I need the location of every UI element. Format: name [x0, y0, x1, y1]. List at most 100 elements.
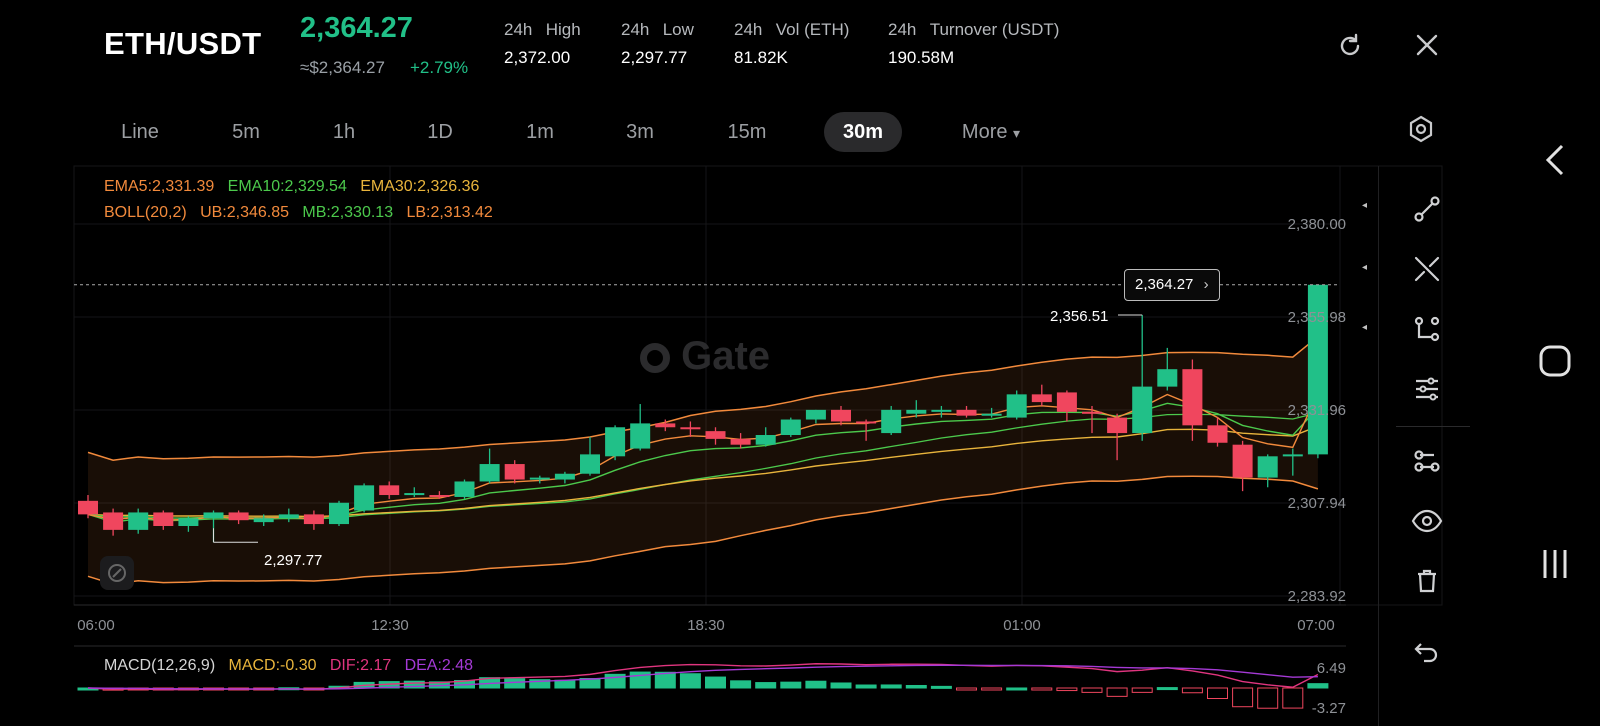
shape-tool-icon[interactable] [1412, 314, 1442, 349]
candle-body [1157, 369, 1178, 387]
boll-name: BOLL(20,2) [104, 204, 187, 221]
macd-histogram-bar [1131, 687, 1153, 693]
macd-name: MACD(12,26,9) [104, 657, 216, 674]
macd-histogram-bar [1181, 687, 1203, 694]
candle-body [981, 413, 1002, 416]
macd-histogram-bar [1307, 683, 1329, 689]
candle-body [128, 512, 149, 530]
low-marker-label: 2,297.77 [264, 552, 323, 569]
caret-left-icon: ◂ [1362, 322, 1368, 333]
time-axis-label: 06:00 [77, 617, 115, 634]
macd-legend[interactable]: MACD(12,26,9) MACD:-0.30 DIF:2.17 DEA:2.… [104, 657, 473, 675]
candle-body [705, 431, 726, 439]
home-icon[interactable] [1538, 344, 1572, 383]
macd-histogram-bar [1282, 687, 1304, 709]
candle-body [755, 435, 776, 445]
candle-body [856, 421, 877, 424]
candle-body [580, 454, 600, 474]
dea-value: DEA:2.48 [404, 657, 474, 674]
candle-body [529, 477, 550, 480]
candle-body [153, 512, 174, 526]
time-axis-label: 12:30 [371, 617, 409, 634]
macd-histogram-bar [805, 680, 827, 689]
candle-body [680, 427, 701, 430]
candle-body [1107, 417, 1128, 434]
macd-histogram-bar [1106, 687, 1128, 697]
candle-body [1056, 392, 1077, 412]
candle-body [906, 409, 927, 414]
candle-body [379, 485, 400, 496]
candle-body [78, 500, 98, 515]
candle-body [1082, 411, 1102, 414]
crossline-tool-icon[interactable] [1412, 254, 1442, 289]
current-price-label: 2,364.27 [1135, 276, 1194, 293]
macd-histogram-bar [880, 684, 902, 689]
candle-body [354, 485, 375, 511]
candle-body [103, 512, 124, 530]
path-tool-icon[interactable] [1412, 446, 1442, 481]
macd-histogram-bar [930, 685, 952, 689]
chart-logo-button[interactable] [100, 556, 134, 590]
price-axis-label: 2,380.00 [1288, 216, 1346, 233]
watermark: Gate [640, 334, 770, 379]
trendline-tool-icon[interactable] [1412, 194, 1442, 229]
trash-icon[interactable] [1412, 566, 1442, 601]
caret-left-icon: ◂ [1362, 262, 1368, 273]
ema5-value: EMA5:2,331.39 [104, 178, 215, 195]
dif-value: DIF:2.17 [329, 657, 392, 674]
candle-body [605, 427, 626, 457]
candle-body [303, 514, 324, 525]
macd-histogram-bar [1257, 687, 1279, 709]
time-axis-label: 01:00 [1003, 617, 1041, 634]
candle-body [504, 464, 525, 480]
candle-body [1031, 394, 1052, 403]
candle-body [881, 409, 902, 434]
ema10-value: EMA10:2,329.54 [227, 178, 347, 195]
candle-body [655, 423, 676, 428]
macd-value: MACD:-0.30 [228, 657, 317, 674]
candle-body [429, 495, 450, 498]
candle-body [228, 512, 249, 521]
candle-body [278, 514, 299, 519]
macd-histogram-bar [1232, 687, 1254, 708]
macd-histogram-bar [730, 680, 752, 689]
toolbar-divider [1396, 426, 1470, 427]
candle-body [1182, 369, 1203, 426]
candle-body [404, 493, 425, 496]
caret-left-icon: ◂ [1362, 200, 1368, 211]
boll-lb: LB:2,313.42 [406, 204, 493, 221]
candle-body [178, 518, 199, 526]
back-icon[interactable] [1540, 140, 1570, 185]
ema30-value: EMA30:2,326.36 [360, 178, 480, 195]
macd-histogram-bar [956, 687, 977, 691]
ema-legend[interactable]: EMA5:2,331.39 EMA10:2,329.54 EMA30:2,326… [104, 178, 479, 196]
chevron-right-icon: › [1203, 276, 1209, 293]
drag-icon [108, 564, 126, 582]
candle-body [203, 512, 224, 519]
macd-histogram-bar [1006, 687, 1028, 691]
macd-histogram-bar [755, 682, 777, 689]
price-axis-label: 2,355.98 [1288, 309, 1346, 326]
recents-icon[interactable] [1540, 548, 1570, 585]
eye-icon[interactable] [1410, 506, 1444, 541]
macd-histogram-bar [1056, 687, 1078, 692]
high-marker-label: 2,356.51 [1050, 308, 1109, 325]
candle-body [1282, 454, 1303, 457]
candle-body [329, 502, 349, 525]
price-chart[interactable]: 2,380.00 2,355.98 2,331.96 2,307.94 2,283.92… [0, 0, 1600, 720]
candle-body [805, 409, 826, 420]
macd-histogram-bar [981, 687, 1003, 691]
undo-icon[interactable] [1412, 636, 1442, 671]
time-axis-label: 18:30 [687, 617, 725, 634]
candle-body [1207, 425, 1228, 443]
candle-body [554, 473, 575, 480]
boll-legend[interactable]: BOLL(20,2) UB:2,346.85 MB:2,330.13 LB:2,… [104, 204, 493, 222]
fib-tool-icon[interactable] [1412, 374, 1442, 409]
current-price-tag[interactable]: 2,364.27 › [1124, 269, 1220, 301]
macd-histogram-bar [554, 679, 576, 689]
macd-histogram-bar [1156, 687, 1178, 691]
macd-histogram-bar [1031, 687, 1053, 691]
candle-body [780, 419, 801, 436]
macd-histogram-bar [905, 684, 927, 689]
watermark-text: Gate [681, 334, 771, 378]
